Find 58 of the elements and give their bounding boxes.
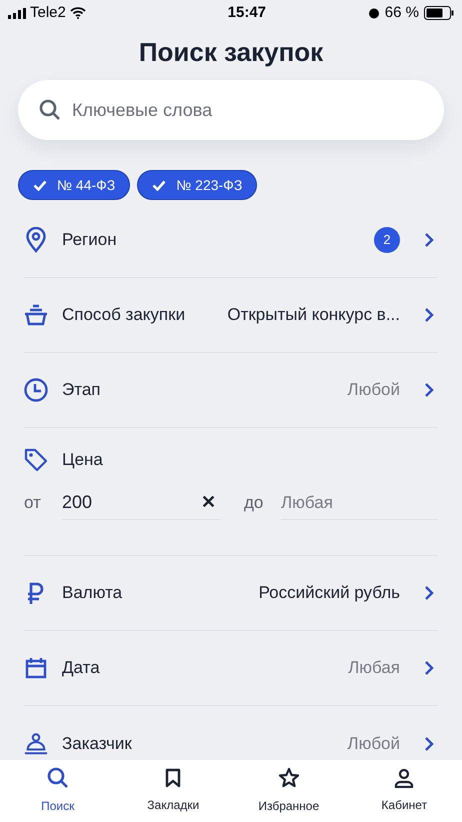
check-icon xyxy=(33,180,47,190)
basket-icon xyxy=(24,304,48,326)
chevron-right-icon xyxy=(424,232,434,248)
clock-time: 15:47 xyxy=(228,2,266,23)
from-label: от xyxy=(24,492,42,514)
star-icon xyxy=(278,767,300,789)
filter-label: Валюта xyxy=(62,582,122,604)
filter-label: Цена xyxy=(62,448,103,470)
filter-row[interactable]: Этап Любой xyxy=(24,353,438,428)
check-icon xyxy=(152,180,166,190)
filter-label: Способ закупки xyxy=(62,304,186,326)
filter-value: Открытый конкурс в... xyxy=(227,304,400,326)
battery-icon xyxy=(424,6,454,20)
tab-bar-item[interactable]: Поиск xyxy=(0,760,116,822)
to-label: до xyxy=(244,492,264,514)
chevron-right-icon xyxy=(424,585,434,601)
page-title: Поиск закупок xyxy=(138,36,324,68)
chevron-right-icon xyxy=(424,307,434,323)
battery-percent: 66 % xyxy=(384,2,419,23)
tab-bar-item[interactable]: Закладки xyxy=(116,760,231,822)
filter-value: Российский рубль xyxy=(258,582,400,604)
search-icon xyxy=(39,99,61,121)
signal-icon xyxy=(8,8,26,18)
clear-button[interactable]: ✕ xyxy=(201,489,216,516)
clock-icon xyxy=(24,378,48,402)
law-filter-chip[interactable]: № 223-ФЗ xyxy=(137,170,258,200)
filter-row[interactable]: Регион 2 xyxy=(24,203,438,278)
location-pin-icon xyxy=(25,227,47,253)
ruble-icon xyxy=(27,581,45,605)
search-icon xyxy=(46,767,69,789)
chevron-right-icon xyxy=(424,660,434,676)
person-icon xyxy=(24,732,48,756)
filter-value: Любой xyxy=(347,379,400,402)
filter-value: Любой xyxy=(347,732,400,755)
bookmark-icon xyxy=(165,768,182,788)
law-filter-chip[interactable]: № 44-ФЗ xyxy=(18,170,130,200)
search-field[interactable]: Ключевые слова xyxy=(18,80,444,140)
filter-label: Этап xyxy=(62,379,100,402)
filter-row[interactable]: Заказчик Любой xyxy=(24,706,438,760)
chevron-right-icon xyxy=(424,736,434,752)
carrier-name: Tele2 xyxy=(30,2,66,23)
person-icon xyxy=(394,768,414,788)
price-from-field[interactable]: 200 xyxy=(62,489,162,516)
count-badge: 2 xyxy=(374,227,400,253)
tab-bar-item[interactable]: Избранное xyxy=(231,760,346,822)
filter-label: Дата xyxy=(62,657,100,680)
filter-label: Заказчик xyxy=(62,732,132,755)
filter-row[interactable]: Способ закупки Открытый конкурс в... xyxy=(24,278,438,353)
price-tag-icon xyxy=(24,448,48,472)
tab-bar-item[interactable]: Кабинет xyxy=(346,760,462,822)
price-to-field[interactable]: Любая xyxy=(281,490,438,516)
filter-label: Регион xyxy=(62,229,117,252)
filter-row[interactable]: Дата Любая xyxy=(24,631,438,706)
chevron-right-icon xyxy=(424,382,434,398)
filter-value: Любая xyxy=(348,657,400,680)
wifi-icon xyxy=(70,7,86,19)
filter-row[interactable]: Валюта Российский рубль xyxy=(24,556,438,631)
calendar-icon xyxy=(25,657,47,679)
